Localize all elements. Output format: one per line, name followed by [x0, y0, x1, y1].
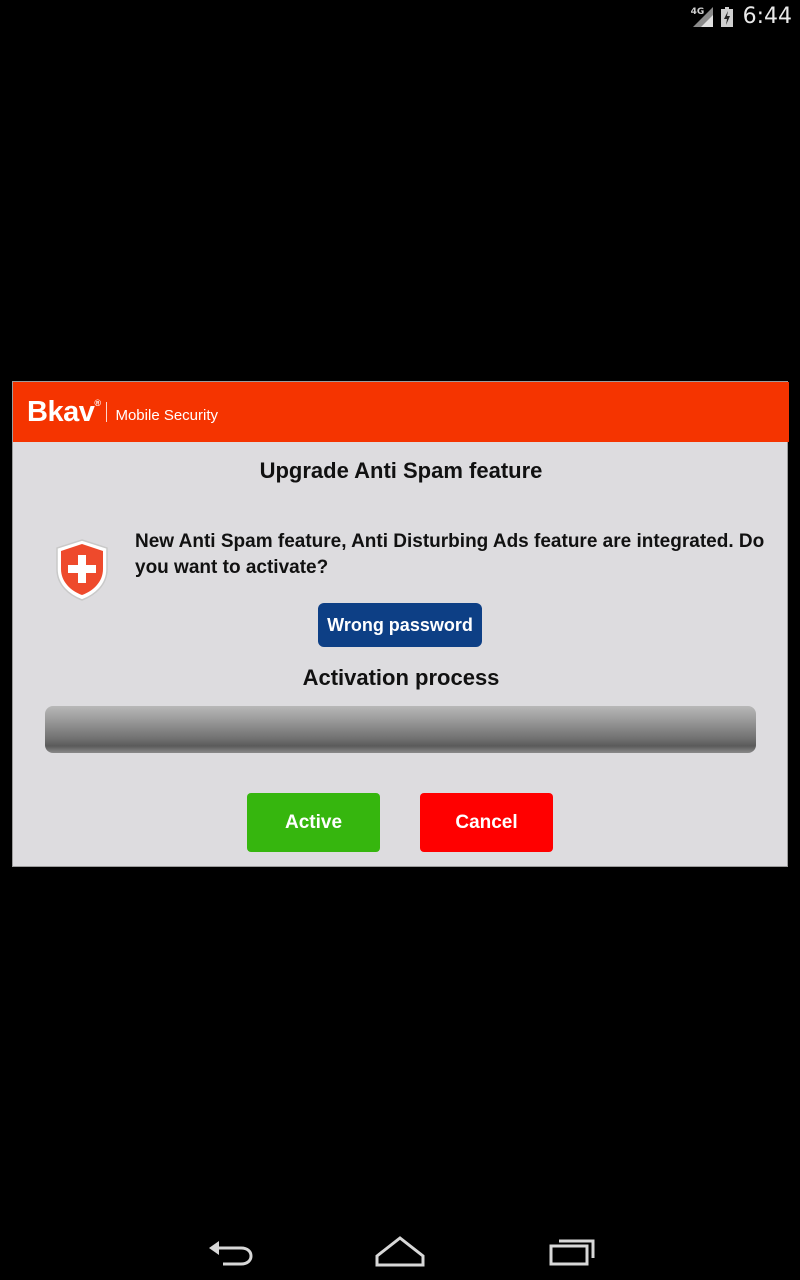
activation-progress-bar — [45, 706, 756, 753]
cancel-button[interactable]: Cancel — [420, 793, 553, 852]
network-type: 4G — [690, 6, 705, 17]
signal-icon: 4G — [691, 5, 715, 29]
brand-mark: ® — [94, 397, 101, 408]
shield-plus-icon — [56, 539, 108, 601]
brand-divider — [106, 402, 108, 422]
upgrade-dialog: Bkav® Mobile Security Upgrade Anti Spam … — [12, 381, 789, 867]
clock: 6:44 — [742, 4, 792, 29]
activation-process-title: Activation process — [302, 665, 500, 690]
brand-logo: Bkav® — [27, 395, 101, 429]
status-bar: 4G 6:44 — [0, 0, 800, 33]
dialog-message: New Anti Spam feature, Anti Disturbing A… — [135, 531, 765, 578]
dialog-title: Upgrade Anti Spam feature — [259, 458, 543, 483]
product-name: Mobile Security — [115, 406, 219, 424]
home-icon[interactable] — [374, 1230, 426, 1270]
recents-icon[interactable] — [547, 1230, 599, 1270]
dialog-header: Bkav® Mobile Security — [13, 382, 789, 442]
battery-icon — [720, 6, 733, 27]
brand-name: Bkav — [27, 395, 95, 428]
back-icon[interactable] — [205, 1230, 255, 1270]
active-button[interactable]: Active — [247, 793, 380, 852]
wrong-password-button[interactable]: Wrong password — [318, 603, 482, 647]
navigation-bar — [0, 1220, 800, 1280]
